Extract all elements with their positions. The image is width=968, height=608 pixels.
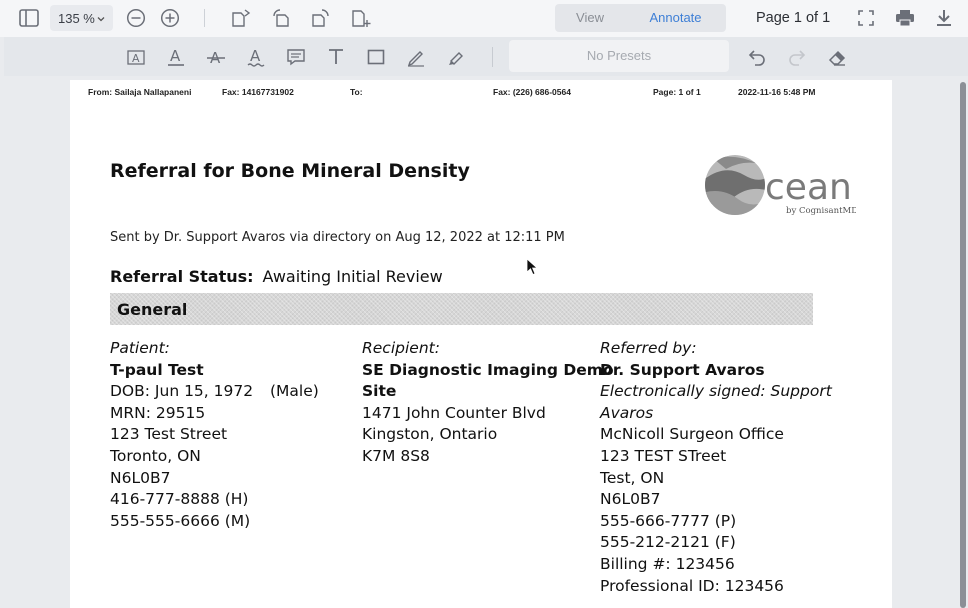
- mouse-pointer-icon: [526, 258, 539, 281]
- fax-to: To:: [350, 87, 363, 97]
- main-toolbar: 135 % View Annotate Page 1 of 1: [0, 0, 968, 37]
- referrer-postal: N6L0B7: [600, 490, 661, 509]
- svg-text:A: A: [250, 47, 261, 65]
- status-label: Referral Status:: [110, 267, 254, 286]
- fax-to-number: Fax: (226) 686-0564: [493, 87, 571, 97]
- fax-page: Page: 1 of 1: [653, 87, 701, 97]
- tab-annotate[interactable]: Annotate: [625, 4, 726, 32]
- logo-wordmark: cean: [765, 167, 852, 208]
- pen-tool-icon[interactable]: [405, 46, 427, 68]
- redo-icon[interactable]: [786, 46, 808, 68]
- referrer-professional-id: Professional ID: 123456: [600, 576, 784, 595]
- referrer-phone: 555-666-7777 (P): [600, 511, 737, 530]
- zoom-out-icon[interactable]: [125, 6, 147, 30]
- referrer-name: Dr. Support Avaros: [600, 360, 765, 379]
- patient-mrn: MRN: 29515: [110, 403, 206, 422]
- fullscreen-icon[interactable]: [855, 6, 877, 30]
- patient-postal: N6L0B7: [110, 468, 171, 487]
- presets-dropdown[interactable]: No Presets: [509, 40, 729, 72]
- patient-phone-home: 416-777-8888 (H): [110, 490, 249, 509]
- undo-icon[interactable]: [746, 46, 768, 68]
- referrer-signed-line2: Avaros: [600, 403, 654, 422]
- referrer-street: 123 TEST STreet: [600, 446, 727, 465]
- section-header-general: General: [110, 293, 813, 325]
- text-tool-icon[interactable]: [325, 46, 347, 68]
- eraser-icon[interactable]: [826, 46, 848, 68]
- recipient-postal: K7M 8S8: [362, 446, 430, 465]
- patient-sex: (Male): [270, 382, 319, 401]
- comment-tool-icon[interactable]: [285, 46, 307, 68]
- svg-text:A: A: [170, 47, 181, 65]
- add-page-icon[interactable]: [349, 6, 373, 30]
- recipient-block: Recipient: SE Diagnostic Imaging Demo Si…: [362, 338, 614, 468]
- squiggly-tool-icon[interactable]: A: [245, 46, 267, 68]
- strikeout-tool-icon[interactable]: A: [205, 46, 227, 68]
- logo-byline: by CognisantMD: [786, 206, 856, 216]
- patient-phone-mobile: 555-555-6666 (M): [110, 511, 251, 530]
- section-heading: General: [117, 300, 188, 319]
- chevron-down-icon: [96, 12, 106, 27]
- zoom-value: 135 %: [58, 10, 95, 26]
- referrer-block: Referred by: Dr. Support Avaros Electron…: [600, 338, 832, 597]
- mode-toggle: View Annotate: [555, 4, 726, 32]
- toolbar-divider: [492, 47, 493, 67]
- annotation-toolbar: A A A A No Presets: [4, 37, 968, 76]
- toolbar-divider: [204, 9, 205, 27]
- download-icon[interactable]: [933, 6, 955, 30]
- highlighter-tool-icon[interactable]: [445, 46, 467, 68]
- sent-by-line: Sent by Dr. Support Avaros via directory…: [110, 230, 565, 245]
- referrer-heading: Referred by:: [600, 339, 697, 357]
- referrer-billing: Billing #: 123456: [600, 554, 735, 573]
- recipient-heading: Recipient:: [362, 339, 440, 357]
- underline-tool-icon[interactable]: A: [165, 46, 187, 68]
- status-value: Awaiting Initial Review: [262, 267, 443, 286]
- fax-from-number: Fax: 14167731902: [222, 87, 294, 97]
- patient-block: Patient: T-paul Test DOB: Jun 15, 1972 (…: [110, 338, 319, 532]
- page-indicator: Page 1 of 1: [756, 10, 831, 26]
- recipient-city: Kingston, Ontario: [362, 425, 498, 444]
- patient-street: 123 Test Street: [110, 425, 228, 444]
- patient-heading: Patient:: [110, 339, 170, 357]
- referral-status: Referral Status: Awaiting Initial Review: [110, 267, 443, 286]
- tab-view[interactable]: View: [555, 4, 625, 32]
- patient-city: Toronto, ON: [110, 446, 201, 465]
- fax-datetime: 2022-11-16 5:48 PM: [738, 87, 816, 97]
- referrer-fax: 555-212-2121 (F): [600, 533, 736, 552]
- recipient-name-line2: Site: [362, 382, 397, 401]
- document-page: From: Sailaja Nallapaneni Fax: 141677319…: [70, 80, 892, 608]
- print-icon[interactable]: [893, 6, 917, 30]
- ocean-logo: cean by CognisantMD: [704, 153, 858, 217]
- fax-from: From: Sailaja Nallapaneni: [88, 87, 192, 97]
- zoom-select[interactable]: 135 %: [50, 5, 113, 31]
- recipient-name-line1: SE Diagnostic Imaging Demo: [362, 360, 614, 379]
- zoom-in-icon[interactable]: [159, 6, 181, 30]
- referrer-city: Test, ON: [600, 468, 665, 487]
- rotate-right-icon[interactable]: [309, 6, 333, 30]
- patient-name: T-paul Test: [110, 360, 204, 379]
- text-select-tool-icon[interactable]: A: [125, 46, 147, 68]
- document-title: Referral for Bone Mineral Density: [110, 160, 470, 182]
- svg-text:A: A: [132, 52, 140, 65]
- referrer-signed-line1: Electronically signed: Support: [600, 382, 832, 401]
- sidebar-toggle-icon[interactable]: [18, 6, 40, 30]
- rectangle-tool-icon[interactable]: [365, 46, 387, 68]
- rotate-left-icon[interactable]: [269, 6, 293, 30]
- scrollbar-thumb[interactable]: [960, 82, 966, 608]
- insert-page-icon[interactable]: [229, 6, 253, 30]
- recipient-street: 1471 John Counter Blvd: [362, 403, 546, 422]
- referrer-office: McNicoll Surgeon Office: [600, 425, 784, 444]
- patient-dob: DOB: Jun 15, 1972: [110, 382, 254, 401]
